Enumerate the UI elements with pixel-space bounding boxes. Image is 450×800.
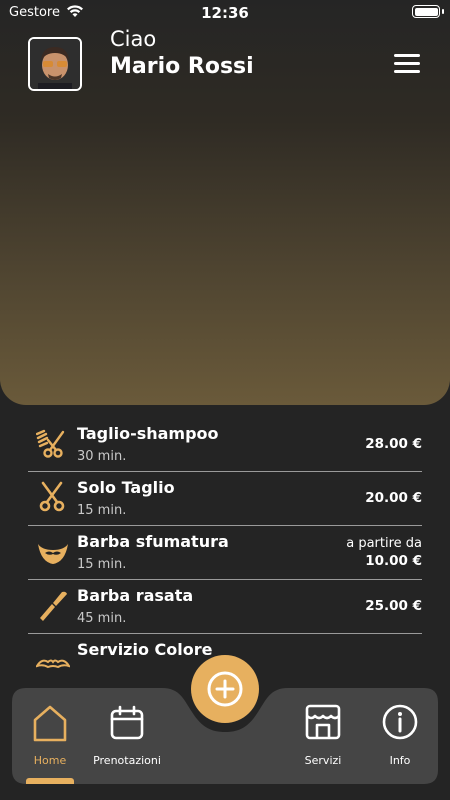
service-name: Barba rasata	[77, 586, 194, 605]
service-duration: 15 min.	[77, 557, 127, 572]
avatar-photo	[30, 39, 80, 89]
add-booking-button[interactable]	[191, 655, 259, 723]
avatar[interactable]	[28, 37, 82, 91]
service-name: Servizio Colore	[77, 640, 213, 659]
mustache-icon	[36, 659, 70, 669]
greeting-text: Ciao	[110, 27, 157, 51]
razor-icon	[40, 591, 67, 621]
beard-mustache-icon	[38, 544, 68, 564]
status-bar: Gestore 12:36	[0, 0, 450, 26]
service-price: 20.00 €	[365, 490, 422, 506]
service-price: 25.00 €	[365, 598, 422, 614]
tab-servizi-label: Servizi	[304, 754, 342, 767]
info-icon	[382, 704, 418, 740]
battery-tip	[442, 9, 444, 14]
tab-prenotazioni-label: Prenotazioni	[93, 754, 161, 767]
service-duration: 45 min.	[77, 611, 127, 626]
service-duration: 15 min.	[77, 503, 127, 518]
active-tab-indicator	[26, 778, 74, 784]
service-item-barba-sfumatura[interactable]: Barba sfumatura 15 min. a partire da 10.…	[28, 526, 422, 580]
service-item-taglio-shampoo[interactable]: Taglio-shampoo 30 min. 28.00 €	[28, 418, 422, 472]
service-price-prefix: a partire da	[346, 536, 422, 551]
service-item-barba-rasata[interactable]: Barba rasata 45 min. 25.00 €	[28, 580, 422, 634]
tab-home-label: Home	[33, 754, 67, 767]
scissors-icon	[39, 481, 65, 512]
clock: 12:36	[201, 4, 249, 22]
service-item-solo-taglio[interactable]: Solo Taglio 15 min. 20.00 €	[28, 472, 422, 526]
service-name: Barba sfumatura	[77, 532, 229, 551]
scissors-comb-icon	[36, 429, 65, 458]
battery-icon	[412, 5, 440, 18]
service-price: 10.00 €	[365, 553, 422, 569]
shop-icon	[305, 704, 341, 740]
calendar-icon	[110, 705, 144, 740]
service-name: Solo Taglio	[77, 478, 175, 497]
service-duration: 30 min.	[77, 449, 127, 464]
home-icon	[33, 705, 67, 742]
hamburger-menu-icon[interactable]	[394, 54, 420, 74]
services-list: Taglio-shampoo 30 min. 28.00 € Solo Tagl…	[28, 418, 422, 687]
service-price: 28.00 €	[365, 436, 422, 452]
user-name: Mario Rossi	[110, 54, 254, 79]
service-name: Taglio-shampoo	[77, 424, 219, 443]
tab-info-label: Info	[389, 754, 411, 767]
plus-circle-icon	[207, 671, 243, 707]
